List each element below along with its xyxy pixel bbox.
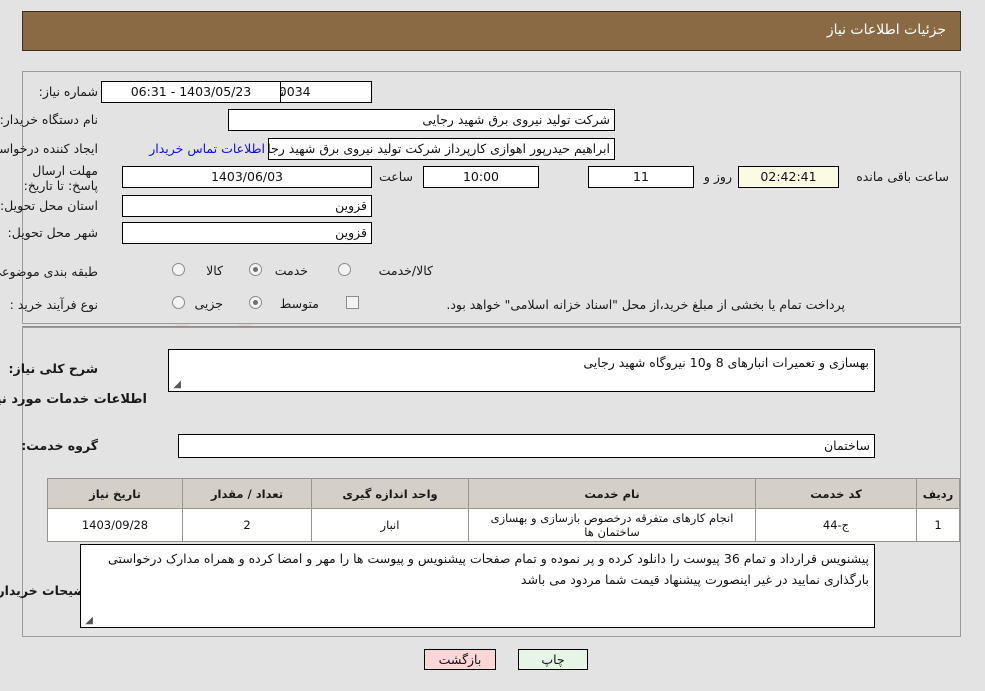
buyer-notes-value: پیشنویس قرارداد و تمام 36 پیوست را دانلو… [108,551,869,587]
table-header-row: ردیف کد خدمت نام خدمت واحد اندازه گیری ت… [47,478,960,509]
announce-datetime-field: 1403/05/23 - 06:31 [101,81,281,103]
page-root: AriaTender.net جزئیات اطلاعات نیاز شماره… [0,0,985,691]
delivery-city-field: قزوین [122,222,372,244]
cell-row: 1 [916,508,960,542]
section-divider [22,326,961,327]
col-row: ردیف [916,478,960,509]
col-need-date: تاریخ نیاز [47,478,183,509]
buyer-contact-link[interactable]: اطلاعات تماس خریدار [143,141,265,156]
resize-grip-icon-notes[interactable]: ◢ [83,616,93,626]
print-button[interactable]: چاپ [518,649,588,670]
delivery-city-label: شهر محل تحویل: [7,225,98,240]
radio-process-jozee[interactable] [172,296,185,309]
general-description-value: بهسازی و تعمیرات انبارهای 8 و10 نیروگاه … [583,355,869,370]
radio-category-kala[interactable] [172,263,185,276]
radio-category-khedmat-label: خدمت [274,263,308,278]
buyer-notes-textarea[interactable]: پیشنویس قرارداد و تمام 36 پیوست را دانلو… [80,544,875,628]
delivery-province-field: قزوین [122,195,372,217]
services-table: ردیف کد خدمت نام خدمت واحد اندازه گیری ت… [47,478,960,542]
radio-category-khedmat[interactable] [249,263,262,276]
cell-quantity: 2 [182,508,312,542]
request-creator-label: ایجاد کننده درخواست: [0,141,98,156]
radio-process-motevaset-label: متوسط [279,296,319,311]
buyer-org-field: شرکت تولید نیروی برق شهید رجایی [228,109,615,131]
cell-name: انجام کارهای متفرقه درخصوص بازسازی و بهس… [468,508,756,542]
buyer-org-label: نام دستگاه خریدار: [0,112,98,127]
radio-category-kala-khedmat-label: کالا/خدمت [378,263,433,278]
deadline-time-field: 10:00 [423,166,539,188]
radio-process-motevaset[interactable] [249,296,262,309]
days-and-label: روز و [703,169,732,184]
page-title: جزئیات اطلاعات نیاز [826,22,946,38]
request-creator-field: ابراهیم حیدرپور اهوازی کارپرداز شرکت تول… [268,138,615,160]
delivery-province-label: استان محل تحویل: [0,198,98,213]
cell-need-date: 1403/09/28 [47,508,183,542]
col-name: نام خدمت [468,478,756,509]
cell-unit: انبار [311,508,469,542]
radio-category-kala-label: کالا [206,263,223,278]
deadline-hour-label: ساعت [378,169,413,184]
service-group-label: گروه خدمت: [21,438,98,453]
deadline-label: مهلت ارسال پاسخ: تا تاریخ: [23,163,98,193]
table-row: 1 ج-44 انجام کارهای متفرقه درخصوص بازساز… [47,508,960,542]
radio-category-kala-khedmat[interactable] [338,263,351,276]
cell-code: ج-44 [755,508,917,542]
service-group-field: ساختمان [178,434,875,458]
general-description-label: شرح کلی نیاز: [8,361,98,376]
islamic-treasury-label: پرداخت تمام یا بخشی از مبلغ خرید،از محل … [446,297,845,312]
col-code: کد خدمت [755,478,917,509]
days-left-field: 11 [588,166,694,188]
time-left-field: 02:42:41 [738,166,839,188]
general-description-textarea[interactable]: بهسازی و تعمیرات انبارهای 8 و10 نیروگاه … [168,349,875,392]
col-quantity: تعداد / مقدار [182,478,312,509]
back-button[interactable]: بازگشت [424,649,496,670]
checkbox-islamic-treasury[interactable] [346,296,359,309]
col-unit: واحد اندازه گیری [311,478,469,509]
need-number-label: شماره نیاز: [38,84,98,99]
deadline-date-field: 1403/06/03 [122,166,372,188]
purchase-process-label: نوع فرآیند خرید : [9,297,98,312]
remaining-time-label: ساعت باقی مانده [856,169,949,184]
resize-grip-icon[interactable]: ◢ [171,380,181,390]
radio-process-jozee-label: جزیی [194,296,223,311]
page-header-bar: جزئیات اطلاعات نیاز [22,11,961,51]
services-section-heading: اطلاعات خدمات مورد نیاز [0,392,147,407]
subject-category-label: طبقه بندی موضوعی: [0,264,98,279]
